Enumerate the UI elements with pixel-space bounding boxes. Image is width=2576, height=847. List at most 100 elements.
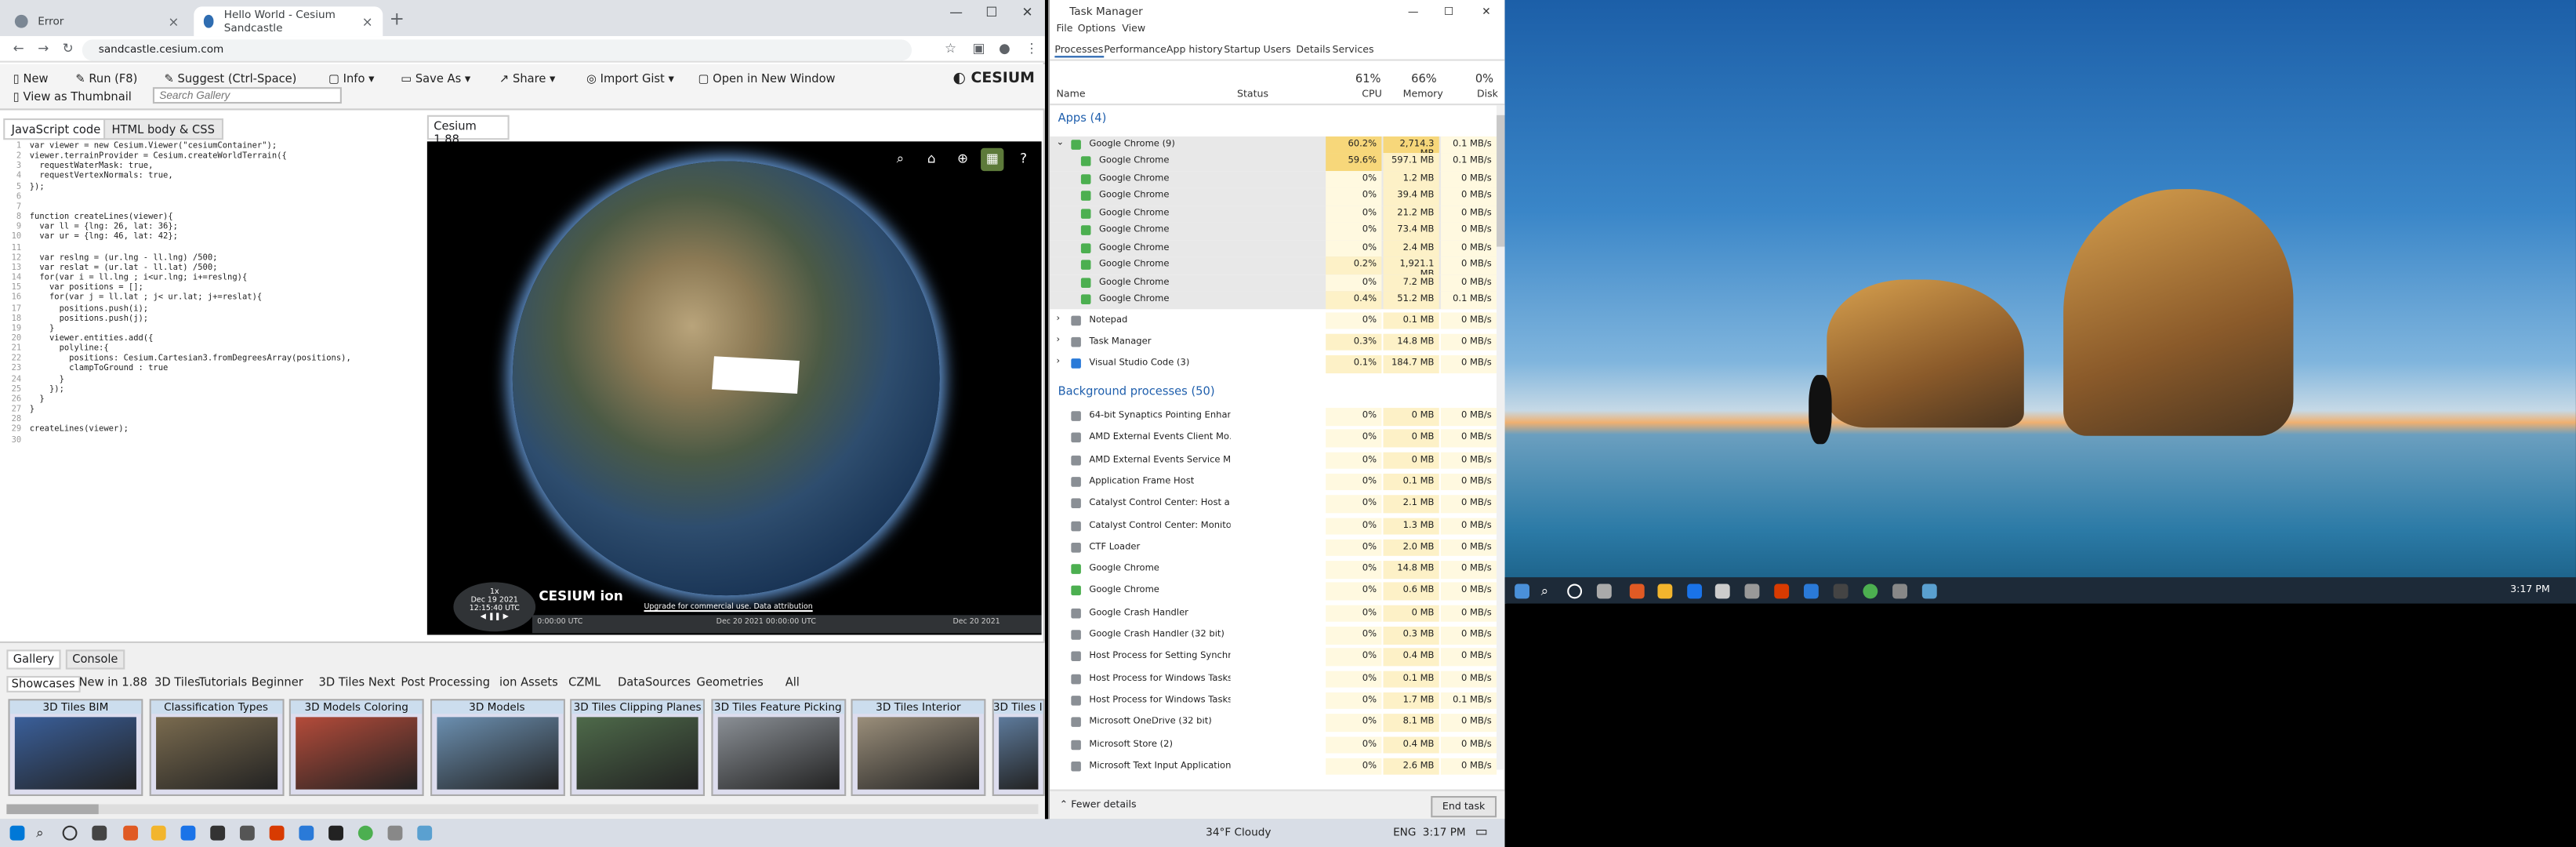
address-bar[interactable]: sandcastle.cesium.com — [82, 39, 912, 61]
gallery-category[interactable]: Geometries — [697, 676, 764, 689]
data-attribution-link[interactable]: Data attribution — [753, 604, 812, 612]
tm-tab[interactable]: Details — [1296, 45, 1330, 56]
code-line[interactable]: 13 var reslat = (ur.lat - ll.lat) /500; — [3, 263, 423, 273]
gallery-category[interactable]: Showcases — [6, 675, 80, 693]
code-line[interactable]: 8 function createLines(viewer){ — [3, 213, 423, 223]
search-gallery-input[interactable] — [152, 87, 342, 104]
tab-console[interactable]: Console — [65, 649, 125, 670]
timeline[interactable]: 0:00:00 UTC Dec 20 2021 00:00:00 UTC Dec… — [532, 615, 1042, 634]
run-button[interactable]: ✎ Run (F8) — [75, 72, 137, 85]
close-icon[interactable]: × — [362, 14, 373, 29]
code-line[interactable]: 15 var positions = []; — [3, 283, 423, 293]
col-name[interactable]: Name — [1056, 89, 1085, 100]
minimize-button[interactable]: — — [949, 5, 963, 20]
code-line[interactable]: 26 } — [3, 394, 423, 405]
chevron-right-icon[interactable]: › — [1056, 313, 1060, 323]
process-row[interactable]: Catalyst Control Center: Host a... 0% 2.1 … — [1050, 495, 1497, 513]
code-line[interactable]: 17 positions.push(i); — [3, 304, 423, 314]
menu-options[interactable]: Options — [1078, 23, 1116, 35]
suggest-button[interactable]: ✎ Suggest (Ctrl-Space) — [165, 72, 297, 85]
code-line[interactable]: 18 positions.push(j); — [3, 314, 423, 324]
vscode-icon[interactable] — [1803, 583, 1819, 599]
clock-text[interactable]: 3:17 PM — [2510, 583, 2550, 595]
close-button[interactable]: ✕ — [1482, 5, 1490, 18]
play-controls[interactable]: ◀ ❚❚ ▶ — [453, 613, 535, 621]
cortana-icon[interactable] — [1567, 583, 1583, 599]
scrollbar-thumb[interactable] — [6, 804, 99, 815]
gallery-category[interactable]: 3D Tiles Next — [319, 676, 395, 689]
base-layer-picker-icon[interactable]: ▦ — [981, 147, 1004, 172]
code-line[interactable]: 27} — [3, 405, 423, 415]
tab-sandcastle[interactable]: Hello World - Cesium Sandcastle × — [194, 6, 383, 37]
snipping-icon[interactable] — [417, 825, 433, 841]
process-row[interactable]: Google Chrome 0% 73.4 MB 0 MB/s — [1050, 222, 1497, 240]
process-row[interactable]: Google Chrome 0.2%1,921.1 MB0 MB/s — [1050, 256, 1497, 280]
windows-start-icon[interactable] — [1515, 583, 1530, 599]
attribution-links[interactable]: Upgrade for commercial use. Data attribu… — [644, 604, 812, 612]
tm-tab[interactable]: Services — [1333, 45, 1374, 56]
col-cpu[interactable]: CPU — [1362, 89, 1382, 100]
tab-javascript-code[interactable]: JavaScript code — [3, 118, 109, 140]
forward-icon[interactable]: → — [38, 41, 49, 56]
process-row[interactable]: ⌄ Google Chrome (9) 60.2%2,714.3 MB0.1 MB/… — [1050, 136, 1497, 159]
process-row[interactable]: Google Crash Handler 0% 0 MB 0 MB/s — [1050, 605, 1497, 623]
process-row[interactable]: Catalyst Control Center: Monito... 0% 1.3 … — [1050, 517, 1497, 535]
close-window-button[interactable]: ✕ — [1021, 5, 1032, 20]
task-manager-icon[interactable] — [1892, 583, 1907, 599]
open-new-window-button[interactable]: ▢ Open in New Window — [698, 72, 836, 85]
file-explorer-icon[interactable] — [151, 825, 166, 841]
process-row[interactable]: Google Chrome 0% 0.6 MB 0 MB/s — [1050, 583, 1497, 601]
process-row[interactable]: Google Chrome 59.6% 597.1 MB 0.1 MB/s — [1050, 153, 1497, 171]
clock-text[interactable]: 3:17 PM — [1423, 826, 1466, 839]
animation-widget[interactable]: 1x Dec 19 2021 12:15:40 UTC ◀ ❚❚ ▶ — [453, 582, 536, 632]
code-line[interactable]: 22 positions: Cesium.Cartesian3.fromDegr… — [3, 354, 423, 364]
tm-tab[interactable]: Performance — [1104, 45, 1166, 56]
gallery-thumbnail[interactable]: 3D Tiles Feature Picking — [710, 699, 846, 796]
code-line[interactable]: 11 — [3, 242, 423, 253]
app-icon[interactable] — [1629, 583, 1645, 599]
tm-tab[interactable]: Processes — [1054, 45, 1104, 58]
process-row[interactable]: 64-bit Synaptics Pointing Enhan... 0% 0 MB… — [1050, 408, 1497, 426]
process-row[interactable]: › Notepad 0% 0.1 MB 0 MB/s — [1050, 311, 1497, 329]
terminal-icon[interactable] — [328, 825, 343, 841]
process-row[interactable]: Microsoft Store (2) 0% 0.4 MB 0 MB/s — [1050, 736, 1497, 754]
tm-tab[interactable]: Users — [1264, 45, 1291, 56]
cesium-ion-logo[interactable]: CESIUM ion — [539, 589, 622, 604]
home-icon[interactable]: ⌂ — [920, 148, 943, 171]
weather-text[interactable]: 34°F Cloudy — [1206, 826, 1271, 839]
snipping-icon[interactable] — [1921, 583, 1937, 599]
process-row[interactable]: Google Chrome 0% 7.2 MB 0 MB/s — [1050, 274, 1497, 292]
vscode-icon[interactable] — [299, 825, 314, 841]
gallery-category[interactable]: DataSources — [618, 676, 691, 689]
apps-section-header[interactable]: Apps (4) — [1058, 112, 1107, 125]
process-row[interactable]: Google Chrome 0.4% 51.2 MB 0.1 MB/s — [1050, 291, 1497, 309]
code-line[interactable]: 24 } — [3, 374, 423, 384]
code-line[interactable]: 10 var ur = {lng: 46, lat: 42}; — [3, 233, 423, 243]
gallery-category[interactable]: Post Processing — [401, 676, 490, 689]
code-line[interactable]: 21 polyline:{ — [3, 344, 423, 354]
task-manager-icon[interactable] — [387, 825, 403, 841]
code-line[interactable]: 14 for(var i = ll.lng ; i<ur.lng; i+=res… — [3, 273, 423, 283]
code-line[interactable]: 9 var ll = {lng: 26, lat: 36}; — [3, 223, 423, 233]
search-icon[interactable]: ⌕ — [889, 148, 912, 171]
fewer-details-button[interactable]: ⌃ Fewer details — [1060, 799, 1137, 811]
menu-view[interactable]: View — [1122, 23, 1145, 35]
file-explorer-icon[interactable] — [1657, 583, 1673, 599]
gallery-thumbnail[interactable]: 3D Tiles I — [991, 699, 1044, 796]
col-memory[interactable]: Memory — [1403, 89, 1443, 100]
notification-icon[interactable]: ▭ — [1475, 824, 1488, 839]
cesium-viewer[interactable]: ⌕ ⌂ ⊕ ▦ ? 1x Dec 19 2021 12:15:40 UTC ◀ … — [426, 141, 1042, 635]
process-row[interactable]: Google Crash Handler (32 bit) 0% 0.3 MB 0 M… — [1050, 626, 1497, 645]
code-line[interactable]: 29 createLines(viewer); — [3, 425, 423, 435]
task-view-icon[interactable] — [92, 825, 107, 841]
save-as-button[interactable]: ▭ Save As ▾ — [401, 72, 470, 85]
view-thumbnail-button[interactable]: ▯ View as Thumbnail — [13, 90, 132, 104]
new-button[interactable]: ▯ New — [13, 72, 49, 85]
share-button[interactable]: ↗ Share ▾ — [499, 72, 555, 85]
code-line[interactable]: 6 — [3, 192, 423, 202]
gallery-category[interactable]: CZML — [568, 676, 600, 689]
search-icon[interactable]: ⌕ — [36, 826, 51, 841]
task-view-icon[interactable] — [1596, 583, 1612, 599]
code-line[interactable]: 20 viewer.entities.add({ — [3, 334, 423, 344]
app-icon[interactable] — [123, 825, 139, 841]
